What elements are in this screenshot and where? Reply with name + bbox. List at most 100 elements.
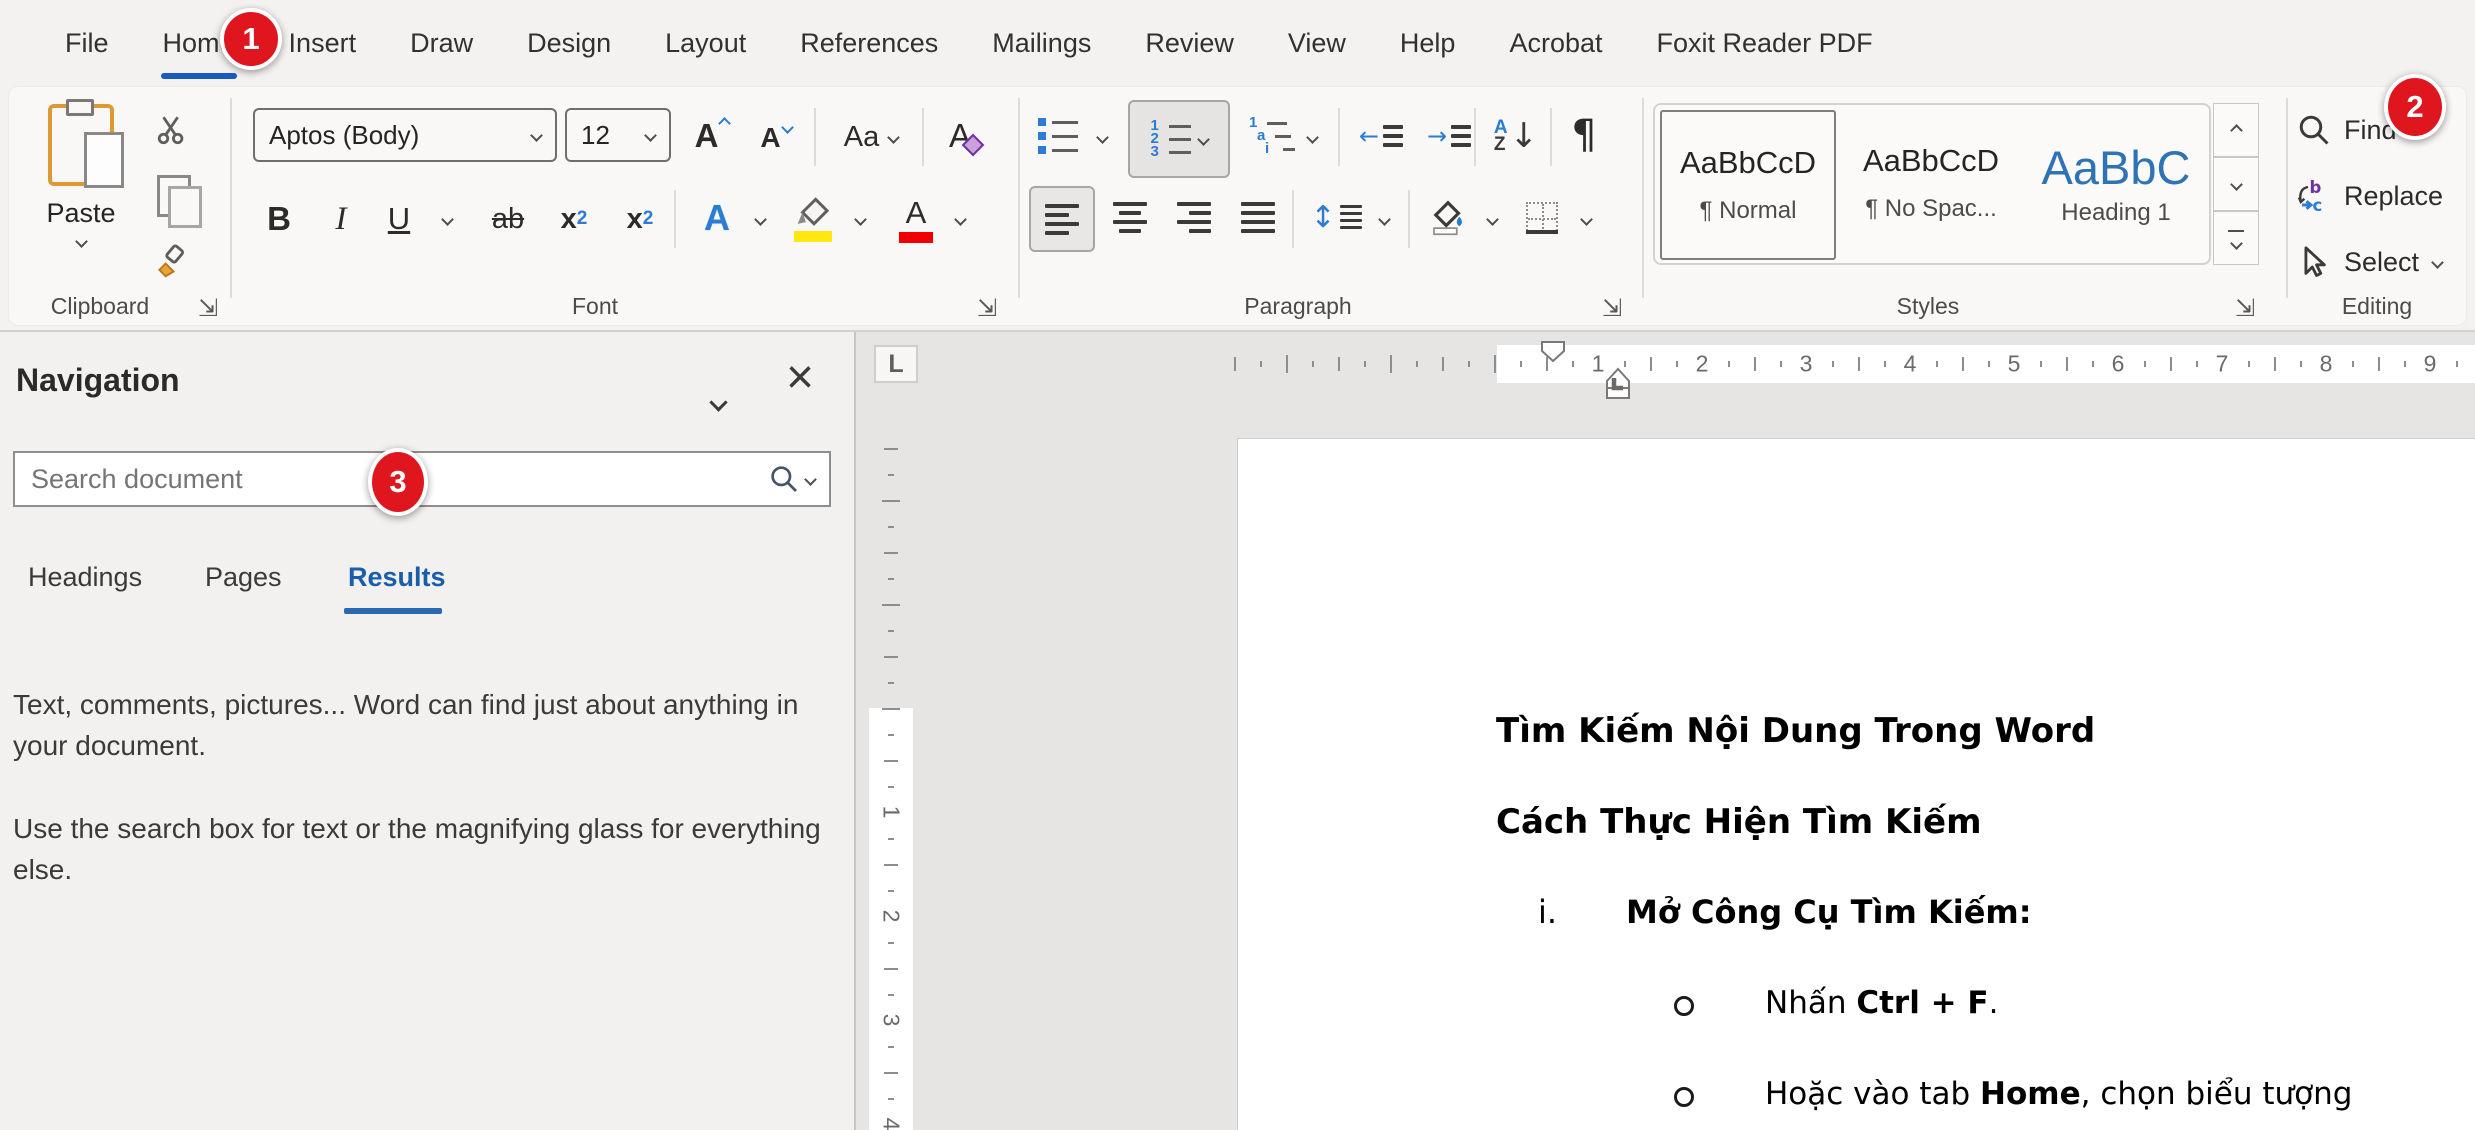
font-dialog-launcher[interactable]: ⇲	[977, 294, 997, 322]
copy-button[interactable]	[150, 170, 198, 222]
format-painter-button[interactable]	[148, 238, 196, 286]
highlight-dropdown[interactable]	[846, 204, 874, 234]
chevron-up-icon	[2230, 124, 2243, 137]
ruler-tick	[1962, 357, 1964, 371]
align-left-button-active[interactable]	[1029, 186, 1095, 252]
styles-scroll-up-button[interactable]	[2213, 103, 2259, 157]
superscript-button[interactable]: x2	[614, 192, 666, 246]
replace-button[interactable]: b c Replace	[2296, 172, 2475, 220]
shading-button[interactable]	[1420, 188, 1476, 246]
tab-mailings[interactable]: Mailings	[965, 0, 1118, 86]
search-options-chevron-icon[interactable]	[804, 473, 817, 486]
increase-indent-button[interactable]: →	[1418, 110, 1480, 162]
tab-design[interactable]: Design	[500, 0, 638, 86]
spacing-bars-icon	[1340, 205, 1362, 229]
hanging-indent-marker[interactable]	[1604, 364, 1632, 404]
style-no-spacing[interactable]: AaBbCcD ¶ No Spac...	[1843, 110, 2019, 256]
borders-dropdown[interactable]	[1572, 204, 1600, 234]
document-page[interactable]: Tìm Kiếm Nội Dung Trong Word Cách Thực H…	[1237, 438, 2475, 1130]
nav-tab-headings[interactable]: Headings	[28, 562, 142, 593]
multilevel-dropdown[interactable]	[1298, 122, 1326, 152]
tab-draw[interactable]: Draw	[383, 0, 500, 86]
navigation-collapse-button[interactable]	[694, 382, 742, 422]
numbering-button-active[interactable]: 1 2 3	[1128, 100, 1230, 178]
style-normal[interactable]: AaBbCcD ¶ Normal	[1660, 110, 1836, 260]
paste-button[interactable]: Paste	[28, 100, 134, 296]
font-name-combo[interactable]: Aptos (Body)	[253, 108, 557, 162]
nav-tab-pages[interactable]: Pages	[205, 562, 282, 593]
tab-help[interactable]: Help	[1373, 0, 1483, 86]
line-spacing-button[interactable]: ↕	[1304, 190, 1368, 244]
text-effects-glyph: A	[704, 197, 730, 239]
circle-bullet-icon	[1674, 996, 1694, 1016]
justify-button[interactable]	[1230, 190, 1286, 244]
strikethrough-button[interactable]: ab	[478, 192, 538, 246]
navigation-close-button[interactable]: ×	[786, 354, 814, 402]
multilevel-list-button[interactable]: 1 a i	[1244, 110, 1300, 162]
nav-tab-results[interactable]: Results	[348, 562, 446, 593]
styles-more-button[interactable]	[2213, 211, 2259, 265]
decrease-indent-button[interactable]: ←	[1350, 110, 1412, 162]
bullets-dropdown[interactable]	[1088, 122, 1116, 152]
separator	[1338, 108, 1340, 166]
select-button[interactable]: Select	[2296, 238, 2475, 286]
font-color-button[interactable]: A	[892, 190, 940, 246]
search-icon	[2296, 112, 2332, 148]
styles-dialog-launcher[interactable]: ⇲	[2235, 294, 2255, 322]
bold-button[interactable]: B	[256, 192, 302, 246]
separator	[1292, 190, 1294, 248]
ruler-tick	[888, 682, 894, 684]
tab-foxit-reader-pdf[interactable]: Foxit Reader PDF	[1630, 0, 1900, 86]
align-right-icon	[1177, 202, 1211, 233]
tab-references[interactable]: References	[773, 0, 965, 86]
line-spacing-dropdown[interactable]	[1370, 204, 1398, 234]
show-formatting-button[interactable]: ¶	[1558, 106, 1610, 164]
ruler-number: 4	[1904, 351, 1917, 378]
ruler-tick	[1832, 361, 1834, 367]
styles-scroll-down-button[interactable]	[2213, 157, 2259, 211]
first-line-indent-marker[interactable]	[1540, 341, 1566, 363]
sort-button[interactable]: A Z ↓	[1486, 108, 1546, 164]
font-group-label: Font	[540, 293, 650, 320]
ruler-tick	[2170, 357, 2172, 371]
tab-view[interactable]: View	[1261, 0, 1373, 86]
highlighter-icon	[794, 196, 834, 240]
tab-review[interactable]: Review	[1118, 0, 1261, 86]
paragraph-dialog-launcher[interactable]: ⇲	[1602, 294, 1622, 322]
separator	[1474, 108, 1476, 166]
underline-dropdown[interactable]	[432, 204, 462, 234]
shrink-font-button[interactable]: A	[748, 112, 804, 164]
ruler-tick	[1234, 357, 1236, 371]
cut-button[interactable]	[148, 108, 196, 152]
change-case-button[interactable]: Aa	[828, 110, 914, 164]
ruler-tick	[2040, 361, 2042, 367]
font-size-combo[interactable]: 12	[565, 108, 671, 162]
bullets-button[interactable]	[1032, 110, 1084, 162]
tab-selector[interactable]: L	[874, 345, 918, 383]
arrow-right-icon: →	[1427, 122, 1447, 150]
format-painter-icon	[153, 243, 191, 281]
subscript-button[interactable]: x2	[548, 192, 600, 246]
align-right-button[interactable]	[1166, 190, 1222, 244]
grow-font-button[interactable]: A	[682, 108, 742, 164]
font-color-dropdown[interactable]	[946, 204, 974, 234]
search-icon[interactable]	[768, 463, 800, 495]
borders-button[interactable]	[1516, 192, 1568, 244]
bold-glyph: B	[267, 200, 291, 238]
clipboard-dialog-launcher[interactable]: ⇲	[198, 294, 218, 322]
text-effects-button[interactable]: A	[688, 190, 746, 246]
style-name: ¶ Normal	[1700, 197, 1797, 225]
tab-file[interactable]: File	[38, 0, 136, 86]
underline-button[interactable]: U	[376, 192, 422, 246]
clear-formatting-button[interactable]: A	[934, 108, 996, 164]
style-heading1[interactable]: AaBbC Heading 1	[2027, 110, 2205, 256]
navigation-results-text: Text, comments, pictures... Word can fin…	[13, 684, 829, 932]
clipboard-group-label: Clipboard	[30, 293, 170, 320]
highlight-button[interactable]	[788, 190, 840, 246]
text-effects-dropdown[interactable]	[746, 204, 774, 234]
align-center-button[interactable]	[1102, 190, 1158, 244]
tab-layout[interactable]: Layout	[638, 0, 773, 86]
shading-dropdown[interactable]	[1478, 204, 1506, 234]
italic-button[interactable]: I	[318, 192, 364, 246]
tab-acrobat[interactable]: Acrobat	[1482, 0, 1629, 86]
